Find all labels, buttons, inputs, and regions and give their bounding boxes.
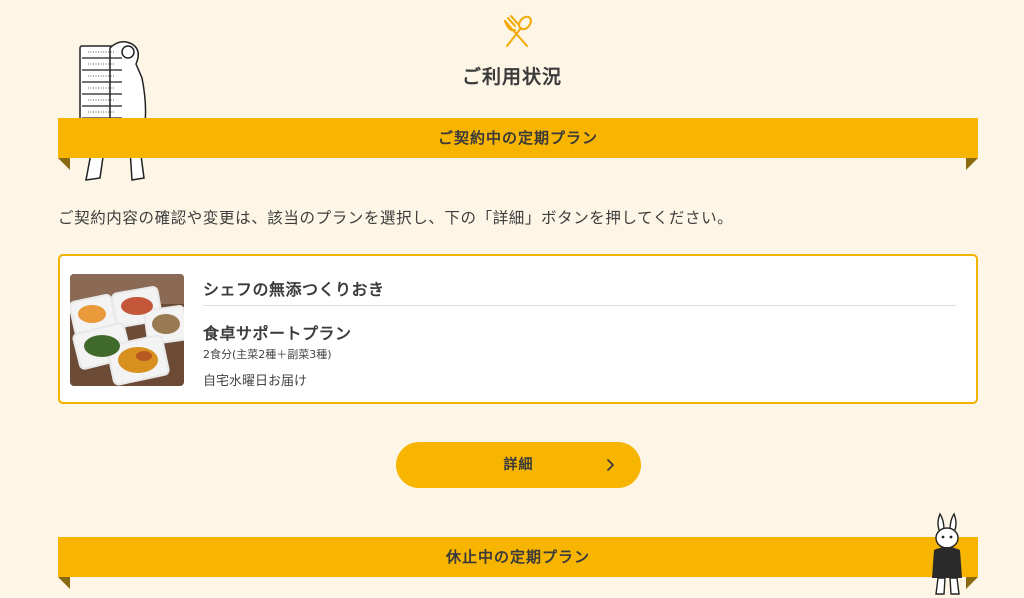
- active-plans-heading: ご契約中の定期プラン: [437, 129, 598, 147]
- banner-fold-left: [58, 577, 70, 589]
- banner-fold-right: [966, 158, 978, 170]
- instruction-text: ご契約内容の確認や変更は、該当のプランを選択し、下の「詳細」ボタンを押してくださ…: [58, 209, 734, 227]
- chevron-right-icon: [607, 459, 614, 471]
- fork-spoon-icon: [504, 15, 532, 47]
- rabbit-illustration: [932, 512, 962, 595]
- details-button[interactable]: 詳細: [396, 442, 641, 488]
- banner-fold-left: [58, 158, 70, 170]
- service-name: シェフの無添つくりおき: [203, 280, 385, 299]
- plan-delivery: 自宅水曜日お届け: [203, 374, 308, 389]
- bear-illustration: [79, 41, 147, 181]
- meal-photo: [70, 274, 184, 386]
- paused-plans-banner: 休止中の定期プラン: [58, 537, 978, 589]
- active-plans-banner: ご契約中の定期プラン: [58, 118, 978, 170]
- plan-name: 食卓サポートプラン: [203, 324, 352, 343]
- plan-card[interactable]: シェフの無添つくりおき 食卓サポートプラン 2食分(主菜2種＋副菜3種) 自宅水…: [58, 254, 978, 404]
- plan-portion: 2食分(主菜2種＋副菜3種): [203, 348, 332, 361]
- card-divider: [203, 305, 956, 306]
- paused-plans-heading: 休止中の定期プラン: [445, 548, 590, 566]
